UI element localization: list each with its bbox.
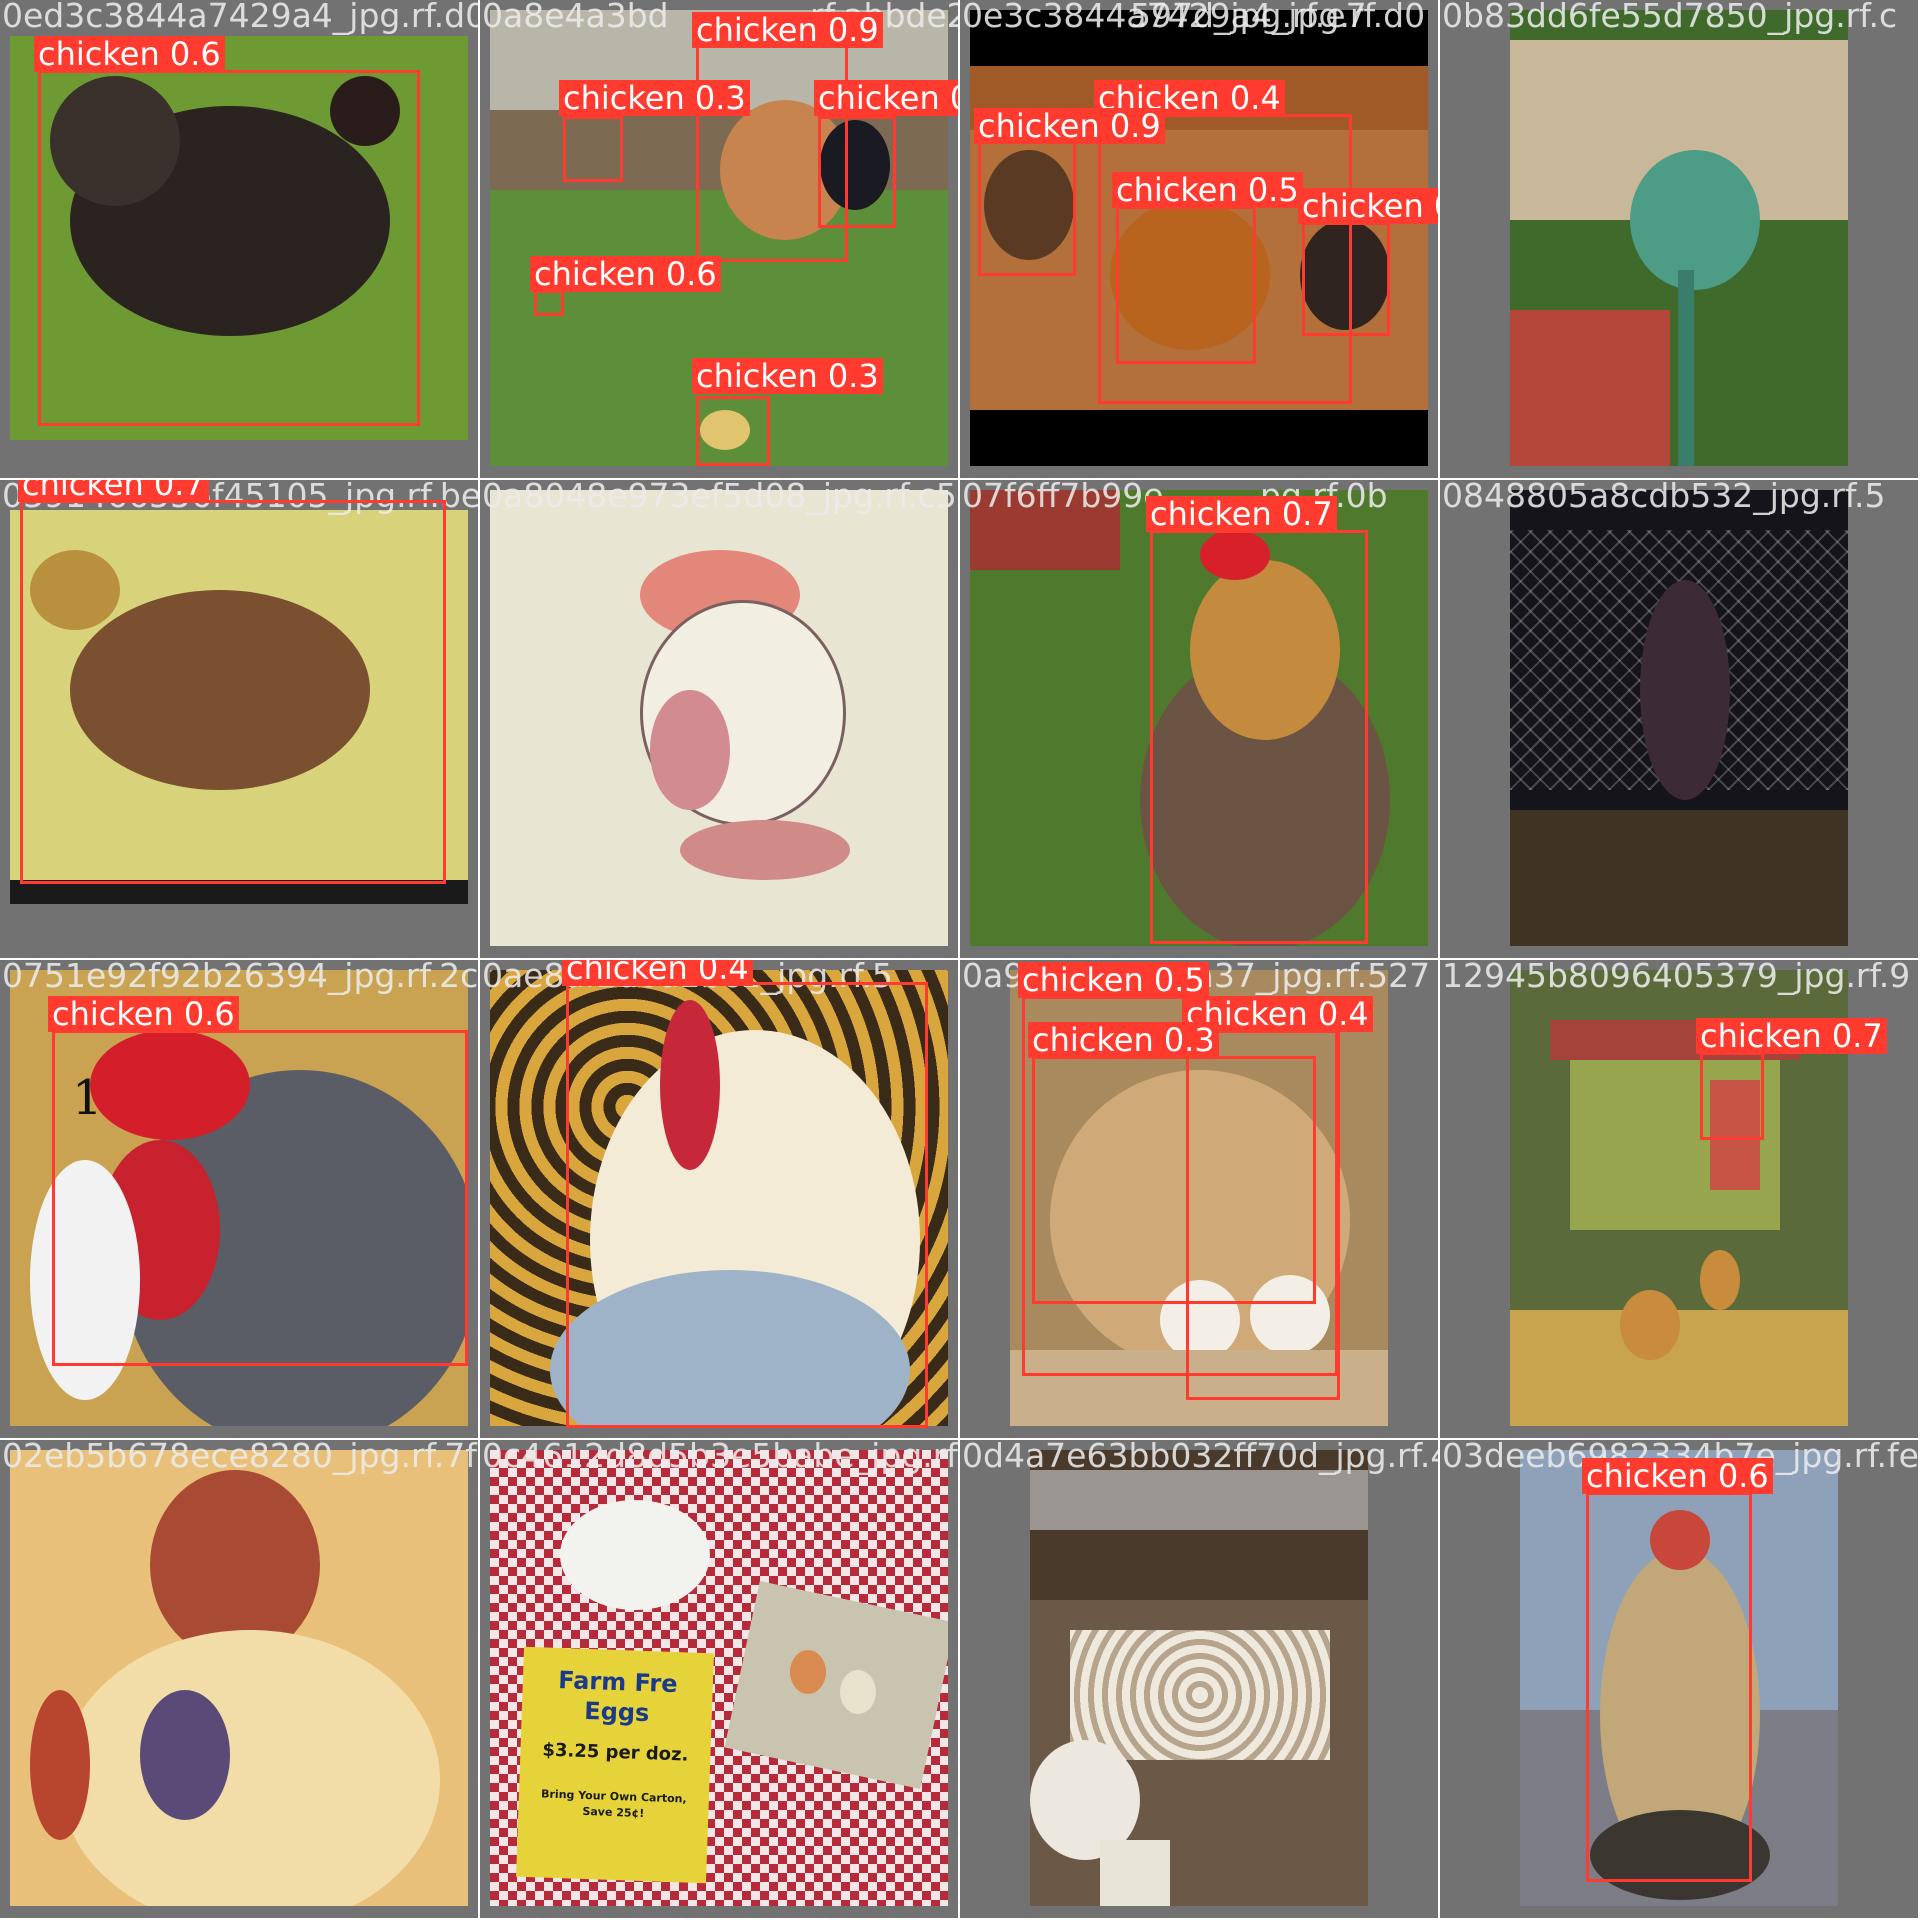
hen-1 bbox=[1620, 1290, 1680, 1360]
water-jug bbox=[1100, 1840, 1170, 1906]
tile-11: 12945b8096405379_jpg.rf.9 chicken 0.7 bbox=[1440, 960, 1918, 1438]
egg-carton bbox=[724, 1581, 948, 1789]
rooster bbox=[1640, 580, 1730, 800]
detection-box bbox=[20, 500, 446, 884]
detection-box bbox=[1032, 1056, 1316, 1304]
tile-photo: Farm Fre Eggs $3.25 per doz. Bring Your … bbox=[490, 1450, 948, 1906]
tile-photo bbox=[490, 490, 948, 946]
tile-10: 0a93f73f2a7ba37_jpg.rf.527 chicken 0.5 c… bbox=[960, 960, 1438, 1438]
tile-photo bbox=[1510, 10, 1848, 466]
detection-box bbox=[38, 70, 420, 426]
wattle-drawing bbox=[650, 690, 730, 810]
detection-label: chicken 0.5 bbox=[1112, 172, 1303, 208]
detection-label: chicken 0.6 bbox=[34, 36, 225, 72]
filename-overlay: 597d_jpg.rf.e7 bbox=[1130, 0, 1367, 35]
tile-7: 0848805a8cdb532_jpg.rf.5 bbox=[1440, 480, 1918, 958]
tile-12: 02eb5b678ece8280_jpg.rf.7f bbox=[0, 1440, 478, 1918]
filename-label: 0a8048e973ef5d08_jpg.rf.c5 bbox=[482, 480, 957, 515]
detection-box bbox=[563, 116, 623, 182]
tile-photo bbox=[1510, 490, 1848, 946]
detection-box bbox=[1700, 1052, 1764, 1140]
detection-label: chicken 0.6 bbox=[530, 256, 721, 292]
filename-label: 0751e92f92b26394_jpg.rf.2c bbox=[2, 960, 478, 995]
detection-label: chicken 0.4 bbox=[562, 960, 753, 986]
egg bbox=[840, 1670, 876, 1714]
detection-box bbox=[1302, 222, 1390, 336]
detection-label: chicken 0.6 bbox=[1582, 1458, 1773, 1494]
tile-2: 0e3c3844a7429a4_jpg.rf.d0 597d_jpg.rf.e7… bbox=[960, 0, 1438, 478]
egg bbox=[790, 1650, 826, 1694]
detection-label: chicken 0.5 bbox=[1018, 962, 1209, 998]
tile-0: 0ed3c3844a7429a4_jpg.rf.d0 chicken 0.6 bbox=[0, 0, 478, 478]
filename-label: 02eb5b678ece8280_jpg.rf.7f bbox=[2, 1440, 477, 1475]
tile-1: 0a8e4a3bd rf.abbde2e7e15d12d chicken 0.9… bbox=[480, 0, 958, 478]
red-roof bbox=[1510, 310, 1670, 466]
filename-label: 0d4a7e63bb032ff70d_jpg.rf.4c58 bbox=[962, 1440, 1438, 1475]
sign-line-2: Eggs bbox=[583, 1696, 650, 1728]
detection-box bbox=[818, 116, 896, 228]
plastic-sheet bbox=[1030, 1470, 1368, 1530]
tile-photo bbox=[10, 1450, 468, 1906]
tile-14: 0d4a7e63bb032ff70d_jpg.rf.4c58 bbox=[960, 1440, 1438, 1918]
detection-box bbox=[52, 1030, 468, 1366]
bird-drawing bbox=[140, 1690, 230, 1820]
tile-5: 0a8048e973ef5d08_jpg.rf.c5 bbox=[480, 480, 958, 958]
sign-price: $3.25 per doz. bbox=[542, 1739, 689, 1766]
neck-cut bbox=[680, 820, 850, 880]
detection-box bbox=[1116, 206, 1256, 364]
weathervane-rooster bbox=[1630, 150, 1760, 290]
filename-label: 0c4612d8d5b3e5babe_jpg.rf.9 bbox=[482, 1440, 958, 1475]
arm-left bbox=[30, 1690, 90, 1840]
detection-label: chicken 0.7 bbox=[1696, 1018, 1887, 1054]
tile-9: 0ae8af2d0a2bc1_jpg.rf.5 chicken 0.4 bbox=[480, 960, 958, 1438]
black-band-bottom bbox=[970, 410, 1428, 466]
sign-line-4: Save 25¢! bbox=[582, 1804, 645, 1821]
tile-13: Farm Fre Eggs $3.25 per doz. Bring Your … bbox=[480, 1440, 958, 1918]
tile-photo bbox=[1030, 1450, 1368, 1906]
tile-3: 0b83dd6fe55d7850_jpg.rf.c bbox=[1440, 0, 1918, 478]
chicks-flock bbox=[1070, 1630, 1330, 1760]
detection-label: chicken 0.6 bbox=[48, 996, 239, 1032]
tile-8: 0751e92f92b26394_jpg.rf.2c 1 chicken 0.6 bbox=[0, 960, 478, 1438]
ground bbox=[1510, 810, 1848, 946]
detection-box bbox=[1150, 530, 1368, 944]
filename-label: 0848805a8cdb532_jpg.rf.5 bbox=[1442, 480, 1886, 515]
detection-label: chicken 0.3 bbox=[559, 80, 750, 116]
detection-label: chicken 0.3 bbox=[1028, 1022, 1219, 1058]
detection-grid: 0ed3c3844a7429a4_jpg.rf.d0 chicken 0.6 0… bbox=[0, 0, 1920, 1920]
filename-label: 0a8e4a3bd bbox=[482, 0, 669, 35]
tile-6: 07f6ff7b99e pg.rf.0b chicken 0.7 bbox=[960, 480, 1438, 958]
tile-15: 03deeb6982334b7e_jpg.rf.fe chicken 0.6 bbox=[1440, 1440, 1918, 1918]
detection-label: chicken 0.7 bbox=[1146, 496, 1337, 532]
detection-label: chicken 0.7 bbox=[18, 480, 209, 502]
detection-label: chicken 0.9 bbox=[692, 12, 883, 48]
detection-label: chicken 0.9 bbox=[974, 108, 1165, 144]
hen-2 bbox=[1700, 1250, 1740, 1310]
man-shirt bbox=[60, 1630, 440, 1906]
detection-box bbox=[978, 140, 1076, 276]
filename-label: 12945b8096405379_jpg.rf.9 bbox=[1442, 960, 1911, 995]
filename-label: 07f6ff7b99e bbox=[962, 480, 1164, 515]
sign-line-1: Farm Fre bbox=[557, 1665, 679, 1699]
detection-label: chicken 0.6 bbox=[814, 80, 958, 116]
tile-4: 0391466556f45105_jpg.rf.be chicken 0.7 bbox=[0, 480, 478, 958]
detection-box bbox=[534, 290, 564, 316]
hen-figurine bbox=[560, 1500, 710, 1610]
filename-label: 0ed3c3844a7429a4_jpg.rf.d0 bbox=[2, 0, 478, 35]
detection-box bbox=[696, 396, 770, 466]
detection-label: chicken 0.3 bbox=[692, 358, 883, 394]
weathervane-pole bbox=[1678, 270, 1694, 466]
detection-box bbox=[566, 982, 928, 1428]
detection-box bbox=[1586, 1492, 1752, 1882]
detection-label: chicken 0.7 bbox=[1298, 188, 1438, 224]
eggs-sign: Farm Fre Eggs $3.25 per doz. Bring Your … bbox=[516, 1646, 714, 1884]
filename-label: 0b83dd6fe55d7850_jpg.rf.c bbox=[1442, 0, 1898, 35]
